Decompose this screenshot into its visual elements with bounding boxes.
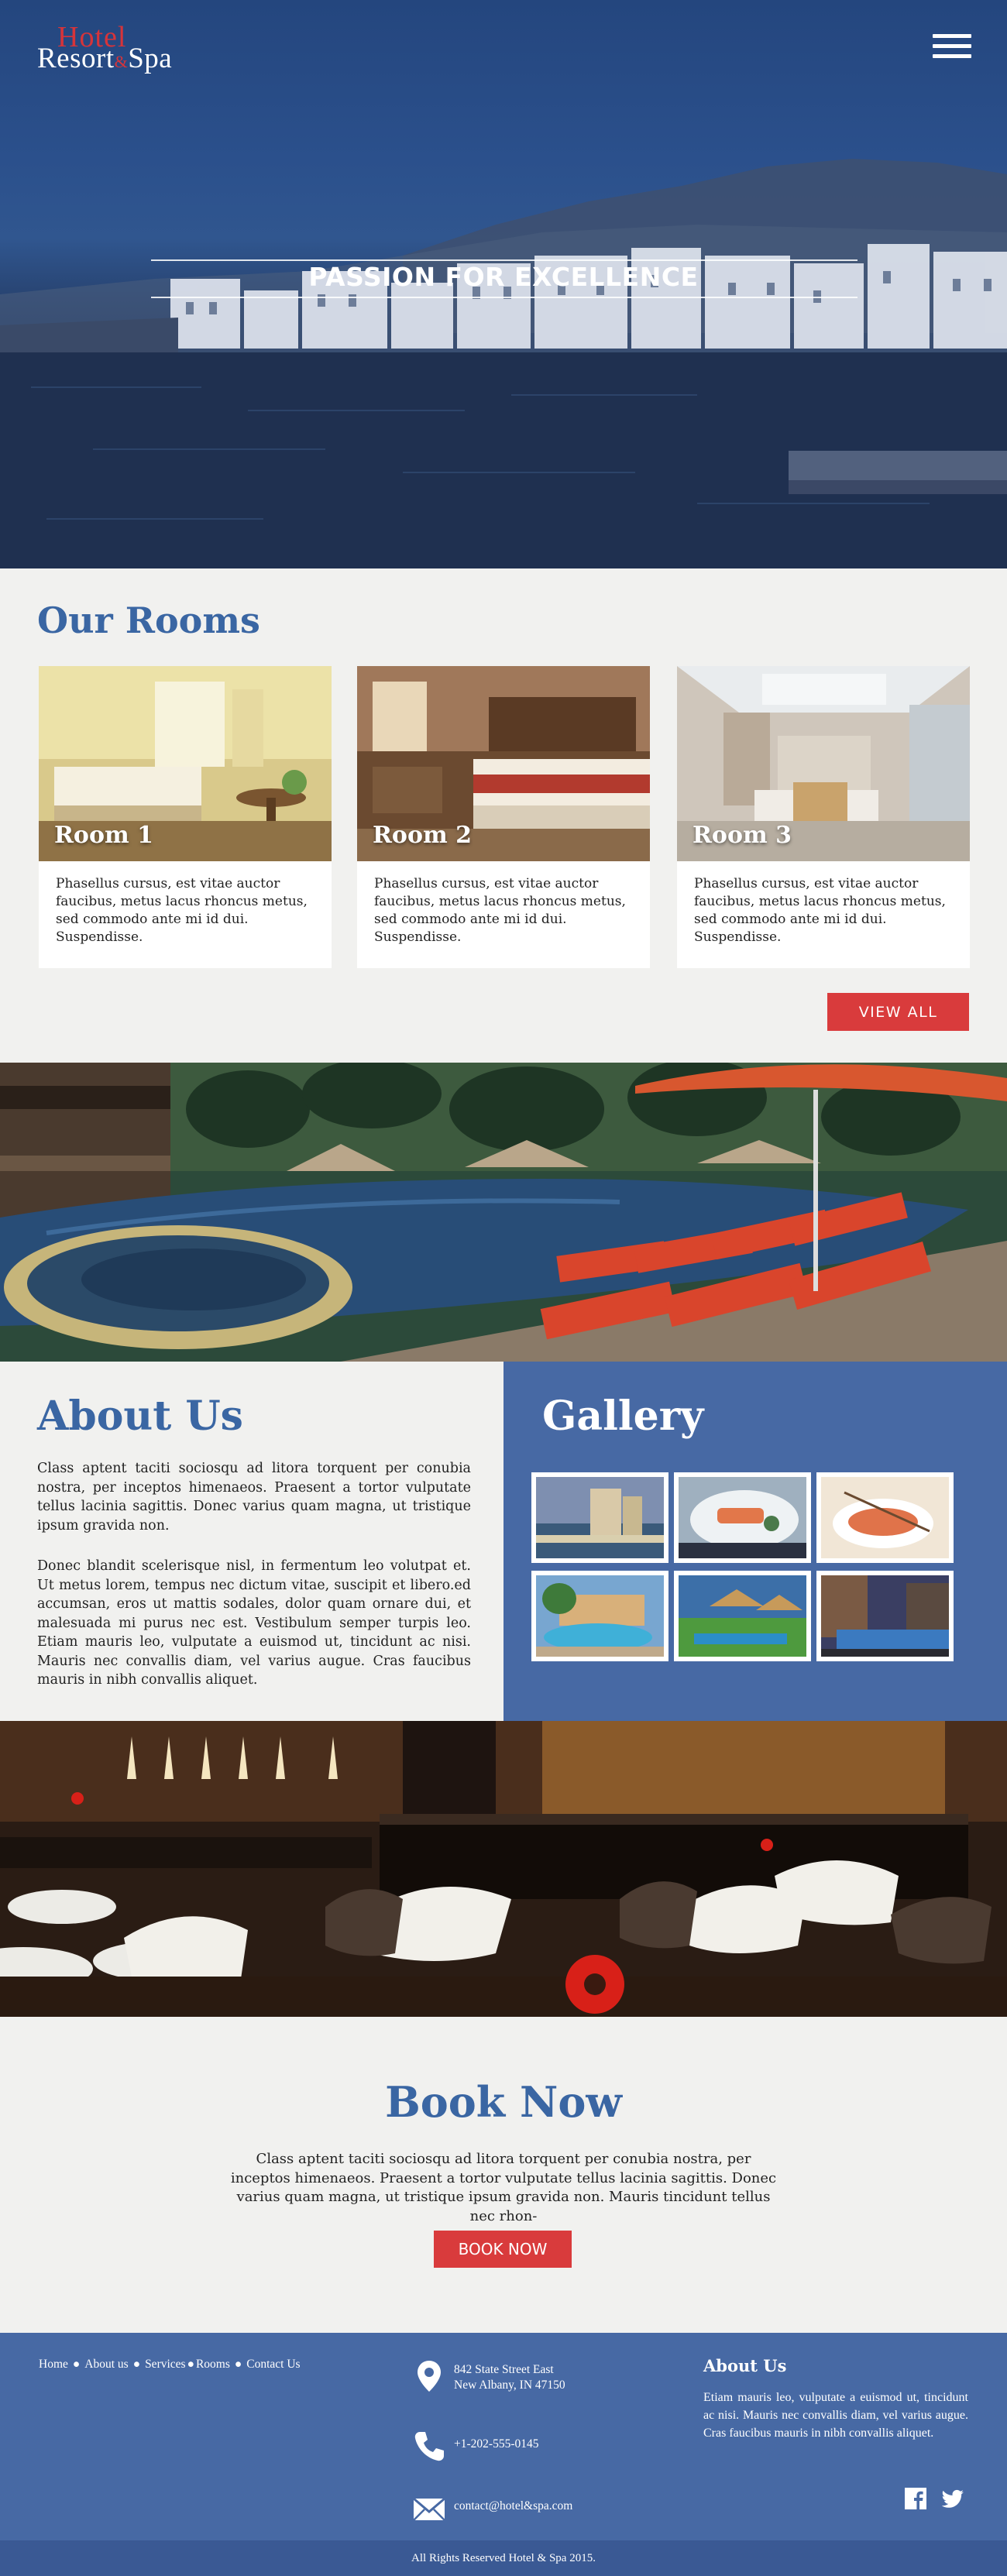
rooms-section: Our Rooms Room 1 Phasellus cursus, est v… (0, 568, 1007, 1063)
footer-about-text: Etiam mauris leo, vulputate a euismod ut… (703, 2391, 968, 2440)
footer-nav-separator: ● (132, 2358, 141, 2371)
gallery-thumb-hotel-beach[interactable] (531, 1472, 668, 1563)
about-paragraph-2: Donec blandit scelerisque nisl, in ferme… (37, 1558, 471, 1688)
footer-link-services[interactable]: Services (145, 2358, 186, 2371)
email-address[interactable]: contact@hotel&spa.com (454, 2491, 572, 2514)
gallery-thumb-salmon-dish[interactable] (816, 1472, 954, 1563)
book-now-title: Book Now (385, 2077, 622, 2127)
room-description: Phasellus cursus, est vitae auctor fauci… (694, 876, 946, 945)
footer-email: contact@hotel&spa.com (411, 2491, 572, 2528)
room-name: Room 1 (54, 822, 154, 849)
room-1-image: Room 1 (39, 666, 332, 861)
gallery-panel: Gallery (504, 1362, 1007, 1721)
gallery-thumb-sushi-plate[interactable] (674, 1472, 811, 1563)
gallery-thumb-beach-umbrellas[interactable] (674, 1571, 811, 1661)
address-line-1: 842 State Street East (454, 2363, 554, 2376)
room-card[interactable]: Room 3 Phasellus cursus, est vitae aucto… (677, 666, 970, 968)
about-title: About Us (37, 1393, 243, 1440)
tagline-rule-top (151, 259, 857, 261)
about-paragraph-1: Class aptent taciti sociosqu ad litora t… (37, 1461, 471, 1534)
gallery-title: Gallery (542, 1393, 704, 1440)
site-logo[interactable]: Hotel Resort&Spa (37, 20, 215, 74)
hero-banner: Hotel Resort&Spa PASSION FOR EXCELLENCE (0, 0, 1007, 568)
facebook-icon[interactable] (903, 2486, 928, 2511)
copyright-bar: All Rights Reserved Hotel & Spa 2015. (0, 2540, 1007, 2576)
footer-about-title: About Us (703, 2356, 787, 2375)
footer-link-rooms[interactable]: Rooms (196, 2358, 230, 2371)
room-name: Room 3 (693, 822, 792, 849)
footer-nav-separator: ● (187, 2358, 194, 2371)
footer-address: 842 State Street East New Albany, IN 471… (411, 2358, 565, 2395)
hero-tagline: PASSION FOR EXCELLENCE (308, 262, 699, 292)
book-now-text: Class aptent taciti sociosqu ad litora t… (230, 2151, 777, 2224)
phone-icon (414, 2432, 444, 2461)
about-gallery-section: About Us Class aptent taciti sociosqu ad… (0, 1362, 1007, 1721)
footer-link-contact[interactable]: Contact Us (246, 2358, 300, 2371)
about-panel: About Us Class aptent taciti sociosqu ad… (0, 1362, 504, 1721)
footer-nav-separator: ● (72, 2358, 81, 2371)
footer-phone: +1-202-555-0145 (411, 2427, 538, 2464)
phone-number[interactable]: +1-202-555-0145 (454, 2427, 538, 2452)
gallery-thumb-night-pool[interactable] (816, 1571, 954, 1661)
room-description: Phasellus cursus, est vitae auctor fauci… (56, 876, 308, 945)
logo-resort-spa-text: Resort&Spa (37, 43, 173, 74)
footer-link-home[interactable]: Home (39, 2358, 68, 2371)
room-2-image: Room 2 (357, 666, 650, 861)
footer-nav-separator: ● (234, 2358, 242, 2371)
footer-nav: Home ● About us ● Services ● Rooms ● Contact Us (39, 2358, 301, 2372)
envelope-icon (413, 2497, 445, 2521)
rooms-title: Our Rooms (37, 599, 260, 641)
gallery-thumb-resort-pool[interactable] (531, 1571, 668, 1661)
book-now-button[interactable]: BOOK NOW (434, 2231, 572, 2268)
room-card[interactable]: Room 1 Phasellus cursus, est vitae aucto… (39, 666, 332, 968)
address-line-2: New Albany, IN 47150 (454, 2379, 565, 2392)
book-now-section: Book Now Class aptent taciti sociosqu ad… (0, 2017, 1007, 2333)
room-card[interactable]: Room 2 Phasellus cursus, est vitae aucto… (357, 666, 650, 968)
map-pin-icon (418, 2361, 441, 2392)
site-footer: Home ● About us ● Services ● Rooms ● Contact Us … (0, 2333, 1007, 2540)
room-description: Phasellus cursus, est vitae auctor fauci… (374, 876, 626, 945)
footer-link-about[interactable]: About us (84, 2358, 128, 2371)
pool-banner-image (0, 1063, 1007, 1362)
room-3-image: Room 3 (677, 666, 970, 861)
twitter-icon[interactable] (940, 2486, 965, 2511)
view-all-button[interactable]: VIEW ALL (827, 993, 969, 1031)
restaurant-banner-image (0, 1721, 1007, 2017)
tagline-rule-bottom (151, 297, 857, 298)
hamburger-menu-icon[interactable] (933, 34, 971, 59)
room-name: Room 2 (373, 822, 473, 849)
